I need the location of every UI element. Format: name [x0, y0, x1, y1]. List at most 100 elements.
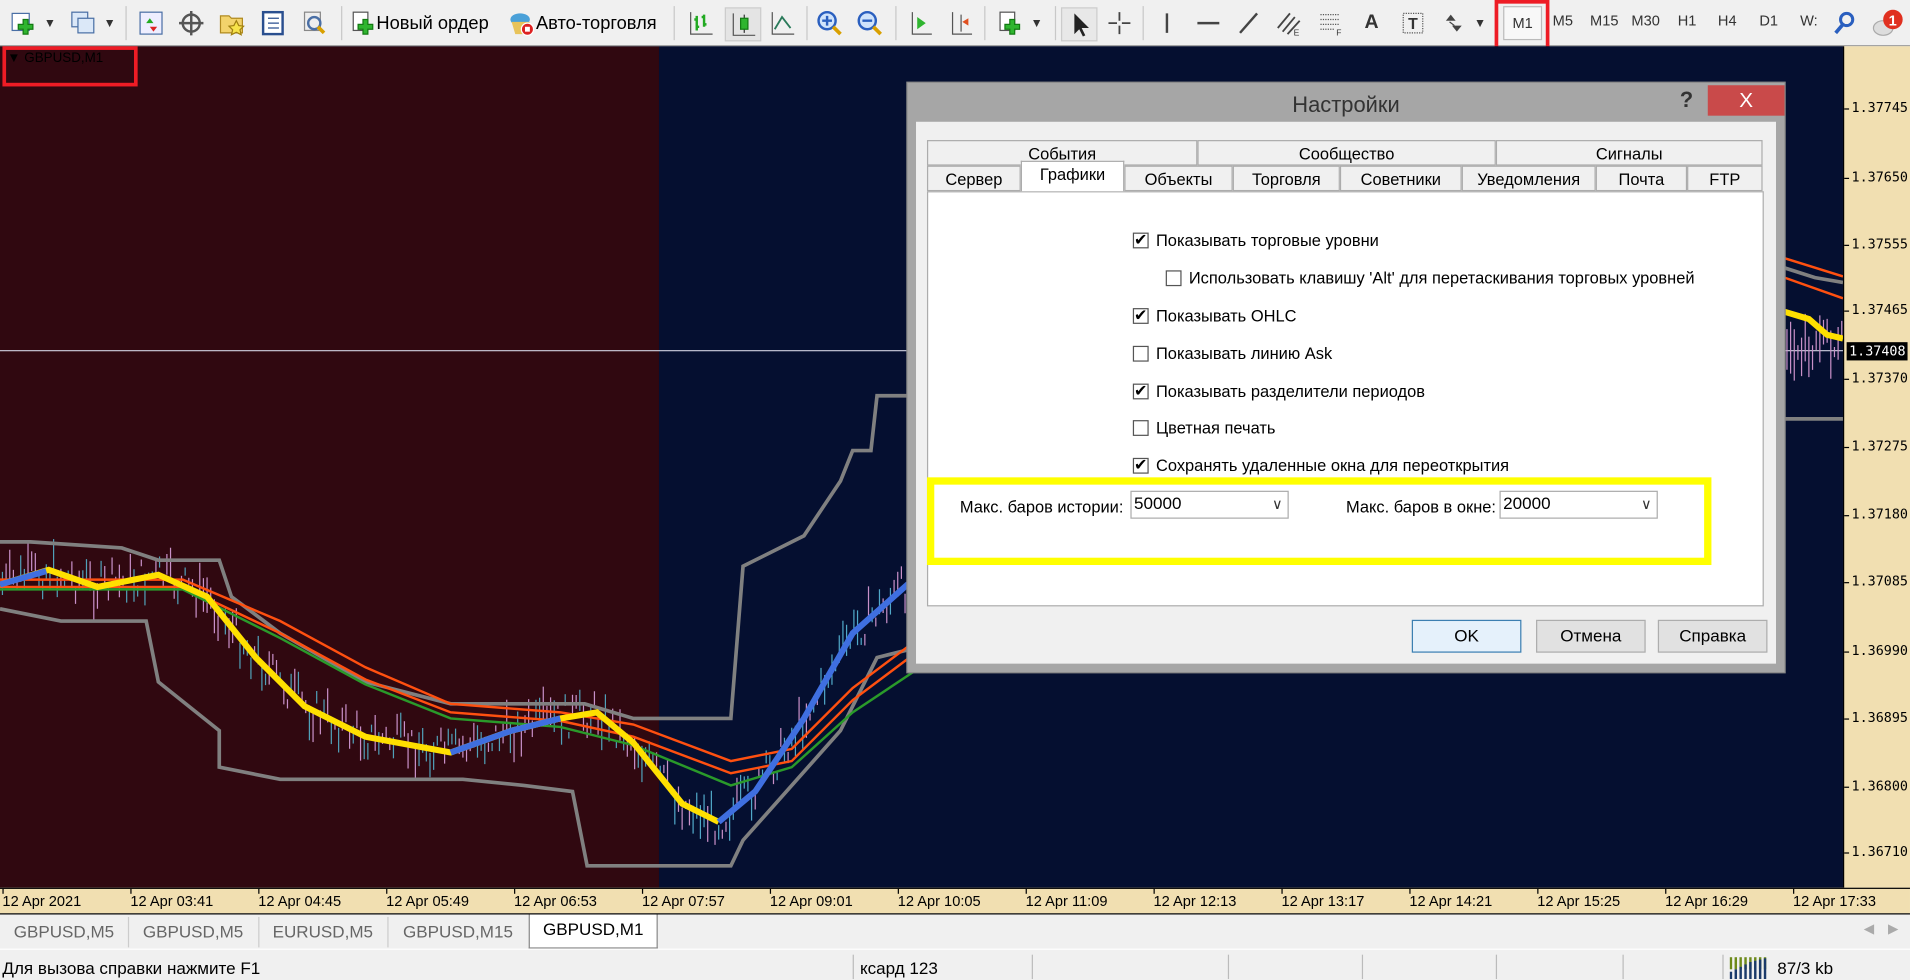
profiles-button[interactable] [67, 7, 99, 39]
new-order-button[interactable]: Новый ордер [350, 7, 501, 39]
dialog-tab[interactable]: Сигналы [1495, 140, 1763, 166]
time-axis[interactable]: 12 Apr 2021 12 Apr 03:41 12 Apr 04:45 12 Ap… [0, 887, 1910, 915]
option-checkbox-row[interactable]: Цветная печать [1132, 418, 1276, 438]
line-chart-button[interactable] [766, 7, 798, 39]
trendline-button[interactable] [1233, 7, 1265, 39]
cursor-tool-button[interactable] [1060, 7, 1098, 42]
zoom-in-button[interactable] [814, 7, 846, 39]
checkbox[interactable] [1132, 381, 1149, 401]
price-tick-label: 1.37465 [1844, 301, 1908, 318]
search-button[interactable] [1831, 7, 1860, 39]
strategy-tester-button[interactable] [298, 7, 330, 39]
dialog-tab[interactable]: Графики [1020, 160, 1125, 192]
checkbox[interactable] [1132, 230, 1149, 250]
current-price-label: 1.37408 [1846, 342, 1908, 361]
price-tick-label: 1.36800 [1844, 778, 1908, 794]
dialog-help-button[interactable]: ? [1680, 88, 1693, 114]
status-help-text: Для вызова справки нажмите F1 [2, 958, 261, 978]
crosshair-tool-button[interactable] [1104, 7, 1136, 39]
option-checkbox-row[interactable]: Показывать OHLC [1132, 306, 1297, 325]
cancel-button[interactable]: Отмена [1536, 619, 1646, 653]
horizontal-line-button[interactable] [1193, 7, 1225, 39]
checkbox[interactable] [1132, 455, 1149, 475]
text-tool-button[interactable]: A [1356, 7, 1388, 39]
option-checkbox-row[interactable]: Показывать торговые уровни [1132, 230, 1379, 250]
dialog-tab[interactable]: Уведомления [1461, 165, 1596, 192]
timeframe-m30-button[interactable]: M30 [1627, 12, 1664, 29]
ok-button[interactable]: OK [1411, 619, 1522, 653]
vertical-line-button[interactable] [1151, 7, 1183, 39]
dialog-tab[interactable]: Торговля [1232, 165, 1340, 192]
dialog-close-button[interactable]: X [1707, 85, 1785, 116]
chart-tab[interactable]: EURUSD,M5 [258, 916, 389, 948]
chart-tab[interactable]: GBPUSD,M5 [0, 916, 130, 948]
time-tick-label: 12 Apr 05:49 [386, 888, 470, 910]
max-bars-history-select[interactable]: 50000 ∨ [1130, 490, 1289, 519]
dialog-tab[interactable]: Почта [1595, 165, 1688, 192]
fibonacci-button[interactable]: F [1316, 7, 1348, 39]
arrows-dropdown[interactable]: ▼ [1471, 7, 1488, 39]
dialog-tab[interactable]: Сервер [926, 165, 1021, 192]
candlestick-icon [732, 13, 756, 36]
text-label-button[interactable]: T [1397, 7, 1429, 39]
chart-shift-button[interactable] [944, 7, 976, 39]
tabs-scroll-right-icon[interactable]: ▶ [1888, 921, 1898, 937]
price-axis[interactable]: 1.37745 1.37650 1.37555 1.37465 1.37370 1.372… [1842, 46, 1910, 888]
chart-tab[interactable]: GBPUSD,M5 [128, 916, 260, 948]
auto-trading-button[interactable]: Авто-торговля [507, 7, 668, 39]
profiles-dropdown[interactable]: ▼ [101, 7, 118, 39]
indicators-icon [999, 11, 1021, 35]
chart-tab[interactable]: GBPUSD,M15 [387, 916, 530, 948]
indicators-button[interactable] [994, 7, 1026, 39]
option-checkbox-row[interactable]: Показывать разделители периодов [1132, 381, 1425, 401]
max-bars-window-select[interactable]: 20000 ∨ [1499, 490, 1658, 519]
option-checkbox-row[interactable]: Показывать линию Ask [1132, 345, 1332, 363]
arrows-button[interactable] [1437, 7, 1469, 39]
option-label: Цветная печать [1155, 418, 1276, 438]
time-tick-label: 12 Apr 15:25 [1537, 888, 1621, 910]
chart-title-highlight-box [2, 46, 138, 87]
option-checkbox-row[interactable]: Сохранять удаленные окна для переоткрыти… [1132, 455, 1509, 475]
candlestick-chart-button[interactable] [724, 7, 762, 42]
timeframe-h1-button[interactable]: H1 [1669, 12, 1706, 29]
price-tick-label: 1.36895 [1844, 709, 1908, 726]
help-button[interactable]: Справка [1657, 619, 1768, 653]
search-icon [1834, 11, 1855, 35]
zoom-out-button[interactable] [854, 7, 886, 39]
indicators-dropdown[interactable]: ▼ [1028, 7, 1045, 39]
timeframe-d1-button[interactable]: D1 [1750, 12, 1787, 29]
terminal-button[interactable] [257, 7, 289, 39]
checkbox[interactable] [1132, 306, 1149, 325]
option-checkbox-row[interactable]: Использовать клавишу 'Alt' для перетаски… [1165, 269, 1695, 287]
notification-count: 1 [1889, 14, 1897, 30]
tabs-scroll-left-icon[interactable]: ◀ [1864, 921, 1874, 937]
favorites-button[interactable] [216, 7, 248, 39]
time-tick-label: 12 Apr 12:13 [1153, 888, 1237, 910]
max-bars-window-value: 20000 [1503, 493, 1551, 513]
checkbox[interactable] [1132, 420, 1149, 436]
bar-chart-button[interactable] [685, 7, 717, 39]
dialog-tab[interactable]: FTP [1687, 165, 1763, 192]
status-traffic: 87/3 kb [1777, 958, 1834, 978]
price-tick-label: 1.37275 [1844, 438, 1908, 455]
navigator-button[interactable] [175, 7, 207, 39]
new-chart-dropdown[interactable]: ▼ [41, 7, 58, 39]
timeframe-h4-button[interactable]: H4 [1709, 12, 1746, 29]
notifications-button[interactable]: 1 [1870, 7, 1907, 39]
chart-tab[interactable]: GBPUSD,M1 [528, 914, 658, 949]
dialog-tab[interactable]: Советники [1339, 165, 1462, 192]
dialog-tab[interactable]: Объекты [1124, 165, 1233, 192]
market-watch-button[interactable] [135, 7, 167, 39]
timeframe-w-button[interactable]: W: [1791, 12, 1828, 29]
time-tick-label: 12 Apr 11:09 [1025, 888, 1108, 910]
dialog-tab[interactable]: Сообщество [1197, 140, 1496, 166]
timeframe-m5-button[interactable]: M5 [1545, 12, 1582, 29]
metatrader-window: ▼ ▼ Новый ордер Авто-торговля ▼ E F A T … [0, 0, 1910, 980]
new-chart-button[interactable] [7, 7, 39, 39]
bar-chart-icon [690, 12, 713, 35]
checkbox[interactable] [1132, 345, 1149, 362]
auto-scroll-button[interactable] [904, 7, 936, 39]
checkbox[interactable] [1165, 270, 1182, 287]
timeframe-m15-button[interactable]: M15 [1586, 12, 1623, 29]
equidistant-channel-button[interactable]: E [1273, 7, 1305, 39]
